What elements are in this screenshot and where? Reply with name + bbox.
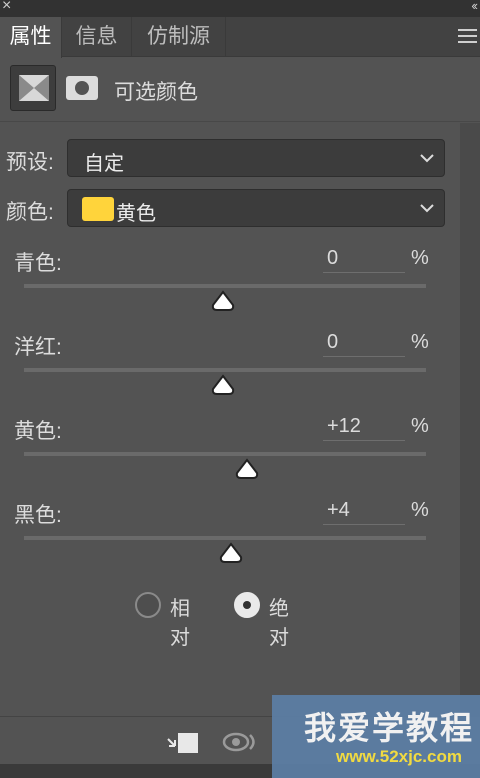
colors-label: 颜色:: [6, 201, 54, 224]
cyan-percent: %: [411, 247, 429, 269]
close-icon[interactable]: ×: [2, 0, 11, 15]
preset-label: 预设:: [6, 151, 54, 174]
view-previous-state-icon[interactable]: [222, 729, 260, 755]
watermark: 我爱学教程 www.52xjc.com: [272, 695, 480, 778]
panel-titlebar: × ‹‹: [0, 0, 480, 17]
magenta-value-input[interactable]: 0: [323, 329, 405, 357]
relative-label[interactable]: 相对: [170, 592, 190, 650]
watermark-title: 我爱学教程: [304, 709, 475, 747]
black-value-input[interactable]: +4: [323, 497, 405, 525]
magenta-slider-thumb[interactable]: [210, 374, 236, 396]
color-swatch: [82, 197, 114, 221]
black-label: 黑色:: [14, 504, 62, 527]
colors-value: 黄色: [116, 203, 156, 225]
black-slider-track[interactable]: [24, 536, 426, 540]
chevron-down-icon: [420, 204, 434, 213]
relative-radio[interactable]: [135, 592, 161, 618]
cyan-slider-thumb[interactable]: [210, 290, 236, 312]
colors-dropdown[interactable]: 黄色: [67, 189, 445, 227]
scrollbar[interactable]: [460, 123, 480, 716]
black-slider-thumb[interactable]: [218, 542, 244, 564]
absolute-radio[interactable]: [234, 592, 260, 618]
layer-mask-icon[interactable]: [66, 76, 98, 100]
chevron-down-icon: [420, 154, 434, 163]
tab-bar: 属性 信息 仿制源: [0, 17, 480, 58]
panel-menu-icon[interactable]: [458, 29, 477, 45]
yellow-percent: %: [411, 415, 429, 437]
absolute-label[interactable]: 绝对: [269, 592, 289, 650]
cyan-value-input[interactable]: 0: [323, 245, 405, 273]
yellow-label: 黄色:: [14, 420, 62, 443]
yellow-slider-track[interactable]: [24, 452, 426, 456]
magenta-slider-track[interactable]: [24, 368, 426, 372]
adjustment-title: 可选颜色: [114, 81, 198, 104]
magenta-label: 洋红:: [14, 336, 62, 359]
black-percent: %: [411, 499, 429, 521]
preset-dropdown[interactable]: 自定: [67, 139, 445, 177]
tab-properties[interactable]: 属性: [0, 17, 62, 58]
properties-header: 可选颜色: [0, 58, 480, 122]
tab-info[interactable]: 信息: [62, 17, 132, 57]
cyan-slider-track[interactable]: [24, 284, 426, 288]
selective-color-icon[interactable]: [10, 65, 56, 111]
watermark-url: www.52xjc.com: [336, 747, 462, 766]
tab-clone-source[interactable]: 仿制源: [132, 17, 226, 57]
cyan-label: 青色:: [14, 252, 62, 275]
preset-value: 自定: [84, 153, 124, 175]
collapse-panel-icon[interactable]: ‹‹: [471, 0, 478, 13]
yellow-slider-thumb[interactable]: [234, 458, 260, 480]
clip-to-layer-icon[interactable]: [166, 731, 200, 755]
yellow-value-input[interactable]: +12: [323, 413, 405, 441]
magenta-percent: %: [411, 331, 429, 353]
